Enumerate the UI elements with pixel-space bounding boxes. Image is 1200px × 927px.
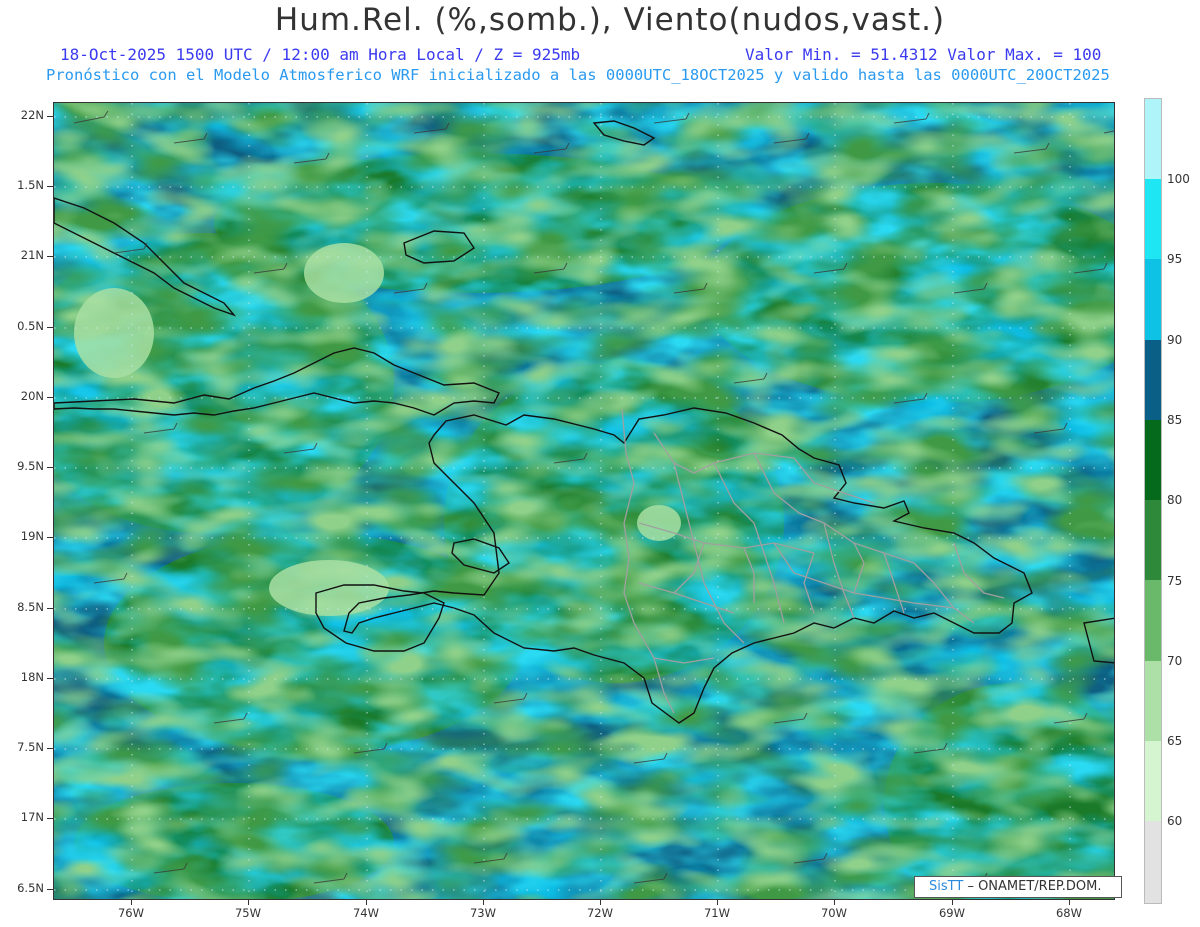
colorbar-label-75: 75 xyxy=(1167,574,1183,588)
lon-tick xyxy=(600,900,601,905)
colorbar-label-100: 100 xyxy=(1167,172,1190,186)
colorbar-label-60: 60 xyxy=(1167,814,1183,828)
lon-tick xyxy=(248,900,249,905)
colorbar-segment-65-70 xyxy=(1145,661,1161,741)
min-max-values: Valor Min. = 51.4312 Valor Max. = 100 xyxy=(745,45,1102,64)
lat-label-17-5n: 7.5N xyxy=(17,740,44,754)
colorbar xyxy=(1144,98,1162,904)
lat-label-16-5n: 6.5N xyxy=(17,881,44,895)
lat-label-18n: 18N xyxy=(20,670,44,684)
lon-tick xyxy=(131,900,132,905)
lat-label-20-5n: 0.5N xyxy=(17,319,44,333)
map-title: Hum.Rel. (%,somb.), Viento(nudos,vast.) xyxy=(274,2,946,38)
colorbar-label-80: 80 xyxy=(1167,493,1183,507)
colorbar-segment-60-65 xyxy=(1145,741,1161,821)
colorbar-label-65: 65 xyxy=(1167,734,1183,748)
colorbar-segment-95-100 xyxy=(1145,179,1161,259)
lat-label-18-5n: 8.5N xyxy=(17,600,44,614)
humidity-map xyxy=(53,102,1115,900)
valid-time-text: 18-Oct-2025 1500 UTC / 12:00 am Hora Loc… xyxy=(60,45,581,64)
humidity-field xyxy=(54,103,1114,899)
lon-tick xyxy=(1069,900,1070,905)
lon-label-68w: 68W xyxy=(1055,906,1082,920)
colorbar-label-85: 85 xyxy=(1167,413,1183,427)
lat-label-21n: 21N xyxy=(20,248,44,262)
lon-label-75w: 75W xyxy=(234,906,261,920)
valid-time-line: 18-Oct-2025 1500 UTC / 12:00 am Hora Loc… xyxy=(60,45,1101,64)
lon-label-74w: 74W xyxy=(352,906,379,920)
credit-box: SisTT – ONAMET/REP.DOM. xyxy=(914,876,1122,898)
lat-label-22n: 22N xyxy=(20,108,44,122)
lon-tick xyxy=(952,900,953,905)
lon-label-76w: 76W xyxy=(117,906,144,920)
colorbar-segment-70-75 xyxy=(1145,580,1161,661)
dry-layer-2 xyxy=(54,103,1114,899)
lon-tick xyxy=(483,900,484,905)
lon-label-69w: 69W xyxy=(938,906,965,920)
colorbar-segment-85-90 xyxy=(1145,340,1161,420)
lon-label-71w: 71W xyxy=(703,906,730,920)
colorbar-label-70: 70 xyxy=(1167,654,1183,668)
lat-label-21-5n: 1.5N xyxy=(17,178,44,192)
lat-label-19n: 19N xyxy=(20,529,44,543)
lat-label-20n: 20N xyxy=(20,389,44,403)
lon-label-73w: 73W xyxy=(469,906,496,920)
lat-label-19-5n: 9.5N xyxy=(17,459,44,473)
colorbar-segment-90-95 xyxy=(1145,259,1161,340)
model-info-line: Pronóstico con el Modelo Atmosferico WRF… xyxy=(46,66,1110,84)
colorbar-segment-75-80 xyxy=(1145,500,1161,580)
onamet-credit: – ONAMET/REP.DOM. xyxy=(967,879,1102,894)
colorbar-segment-100plus xyxy=(1145,99,1161,179)
lat-label-17n: 17N xyxy=(20,810,44,824)
colorbar-segment-below-60 xyxy=(1145,821,1161,903)
lon-tick xyxy=(366,900,367,905)
lon-label-72w: 72W xyxy=(586,906,613,920)
lon-label-70w: 70W xyxy=(820,906,847,920)
lon-tick xyxy=(717,900,718,905)
sistt-logo: SisTT xyxy=(929,879,964,894)
colorbar-segment-80-85 xyxy=(1145,420,1161,500)
colorbar-label-95: 95 xyxy=(1167,252,1183,266)
lon-tick xyxy=(834,900,835,905)
colorbar-label-90: 90 xyxy=(1167,333,1183,347)
